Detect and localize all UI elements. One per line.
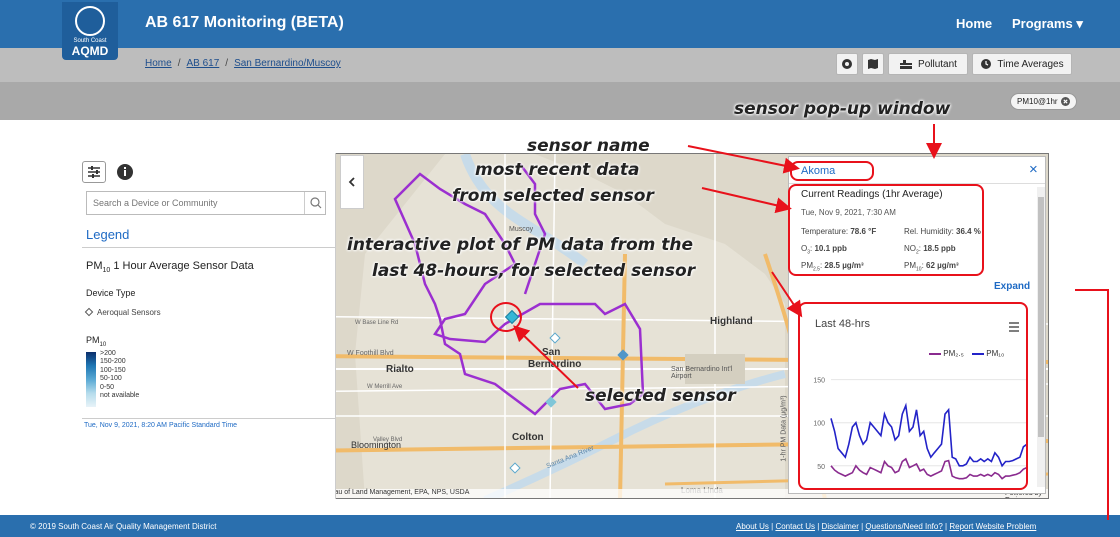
pollutant-label: Pollutant xyxy=(918,58,957,70)
map-icon xyxy=(868,59,878,69)
search-icon[interactable] xyxy=(304,192,326,214)
breadcrumb: Home / AB 617 / San Bernardino/Muscoy xyxy=(145,58,341,69)
map-label-bernardino: Bernardino xyxy=(528,359,582,370)
nav-programs-label: Programs xyxy=(1012,16,1073,31)
search-box xyxy=(86,191,326,215)
layer-title: PM10 1 Hour Average Sensor Data xyxy=(86,260,254,274)
map-label-san: San xyxy=(542,347,561,358)
layer-title-suffix: 1 Hour Average Sensor Data xyxy=(110,260,254,272)
annotation-popup-window: sensor pop-up window xyxy=(734,99,951,119)
logo-bottom-text: AQMD xyxy=(71,44,109,58)
map-label-valley: Valley Blvd xyxy=(373,437,403,443)
footer-link-disclaimer[interactable]: Disclaimer xyxy=(822,522,859,531)
search-input[interactable] xyxy=(87,192,303,214)
legend-heading[interactable]: Legend xyxy=(86,227,129,242)
breadcrumb-ab617[interactable]: AB 617 xyxy=(186,58,219,69)
time-averages-label: Time Averages xyxy=(997,58,1064,70)
annotation-selected-sensor: selected sensor xyxy=(585,386,736,406)
footer-link-about[interactable]: About Us xyxy=(736,522,769,531)
time-averages-button[interactable]: Time Averages xyxy=(972,53,1072,75)
legend-divider xyxy=(82,247,336,248)
map-label-colton: Colton xyxy=(512,432,544,443)
device-type-item: Aeroqual Sensors xyxy=(84,307,161,317)
device-type-label: Aeroqual Sensors xyxy=(97,308,161,317)
expand-link[interactable]: Expand xyxy=(994,281,1030,292)
scale-label: not available xyxy=(100,392,140,400)
scale-label: 50-100 xyxy=(100,375,122,383)
top-navbar: AB 617 Monitoring (BETA) Home Programs ▾ xyxy=(0,0,1120,48)
clock-icon xyxy=(981,59,992,69)
legend-bottom-divider xyxy=(82,418,336,419)
collapse-panel-button[interactable] xyxy=(340,155,364,209)
logo-emblem-icon xyxy=(75,6,105,36)
sliders-icon xyxy=(88,166,100,178)
popup-close-button[interactable]: × xyxy=(1029,161,1038,178)
footer-links: About Us | Contact Us | Disclaimer | Que… xyxy=(736,522,1037,531)
annotation-recent-line1: most recent data xyxy=(475,160,640,180)
annotation-sensor-name: sensor name xyxy=(527,136,650,156)
map-label-merrill: W Merrill Ave xyxy=(367,384,403,390)
info-button[interactable] xyxy=(114,161,138,183)
footer-link-contact[interactable]: Contact Us xyxy=(775,522,815,531)
footer-copyright: © 2019 South Coast Air Quality Managemen… xyxy=(30,522,217,531)
pm-scale-labels: >200 150-200 100-150 50-100 0-50 not ava… xyxy=(100,350,139,400)
aqmd-logo[interactable]: South Coast AQMD xyxy=(62,2,118,60)
layers-icon xyxy=(842,59,852,69)
device-type-title: Device Type xyxy=(86,288,136,298)
chevron-left-icon xyxy=(348,177,355,187)
layer-title-prefix: PM xyxy=(86,260,103,272)
scale-label: 100-150 xyxy=(100,366,126,374)
diamond-outline-icon xyxy=(84,307,94,317)
pollutant-button[interactable]: Pollutant xyxy=(888,53,968,75)
close-circle-icon[interactable] xyxy=(1060,97,1070,106)
chevron-down-icon: ▾ xyxy=(1076,16,1083,31)
scale-label: >200 xyxy=(100,350,116,357)
footer-link-questions[interactable]: Questions/Need Info? xyxy=(865,522,942,531)
pm-scale-prefix: PM xyxy=(86,335,100,345)
popup-scrollbar[interactable] xyxy=(1037,187,1045,487)
data-timestamp: Tue, Nov 9, 2021, 8:20 AM Pacific Standa… xyxy=(84,422,238,429)
highlight-selected-sensor xyxy=(490,302,522,332)
highlight-chart xyxy=(798,302,1028,490)
map-label-highland: Highland xyxy=(710,316,753,327)
nav-programs-menu[interactable]: Programs ▾ xyxy=(1012,16,1083,32)
footer: © 2019 South Coast Air Quality Managemen… xyxy=(0,515,1120,537)
pm-filter-label: PM10@1hr xyxy=(1017,97,1058,106)
breadcrumb-home[interactable]: Home xyxy=(145,58,172,69)
footer-link-report[interactable]: Report Website Problem xyxy=(949,522,1036,531)
scale-label: 0-50 xyxy=(100,383,115,391)
annotation-plot-line2: last 48-hours, for selected sensor xyxy=(372,261,696,281)
map-label-airport: San Bernardino Int'l Airport xyxy=(671,366,733,380)
scale-label: 150-200 xyxy=(100,358,126,366)
filter-toggle-button[interactable] xyxy=(82,161,106,183)
factory-icon xyxy=(900,60,913,69)
side-panel: Legend PM10 1 Hour Average Sensor Data D… xyxy=(64,153,336,499)
info-icon xyxy=(117,164,133,180)
map-label-base-line: W Base Line Rd xyxy=(355,320,399,326)
annotation-plot-line1: interactive plot of PM data from the xyxy=(347,235,694,255)
app-title: AB 617 Monitoring (BETA) xyxy=(145,14,344,31)
nav-home-link[interactable]: Home xyxy=(956,16,992,31)
highlight-sensor-name xyxy=(790,161,874,181)
basemap-button[interactable] xyxy=(836,53,858,75)
chart-y-axis-label: 1-hr PM Data (µg/m³) xyxy=(780,395,788,462)
map-label-muscoy: Muscoy xyxy=(509,226,534,233)
pm-scale-heading: PM10 xyxy=(86,335,106,348)
breadcrumb-separator: / xyxy=(177,58,181,69)
map-view-button[interactable] xyxy=(862,53,884,75)
pm-filter-chip[interactable]: PM10@1hr xyxy=(1010,93,1077,110)
breadcrumb-separator: / xyxy=(225,58,229,69)
map-label-foothill: W Foothill Blvd xyxy=(347,350,394,357)
popup-scrollbar-thumb[interactable] xyxy=(1038,197,1044,437)
highlight-current-readings xyxy=(788,184,984,276)
breadcrumb-community[interactable]: San Bernardino/Muscoy xyxy=(234,58,341,69)
map-label-rialto: Rialto xyxy=(386,364,414,375)
pm-scale-sub: 10 xyxy=(99,341,107,348)
pm-color-ramp xyxy=(86,352,96,407)
filter-bar xyxy=(0,82,1120,120)
annotation-recent-line2: from selected sensor xyxy=(452,186,654,206)
